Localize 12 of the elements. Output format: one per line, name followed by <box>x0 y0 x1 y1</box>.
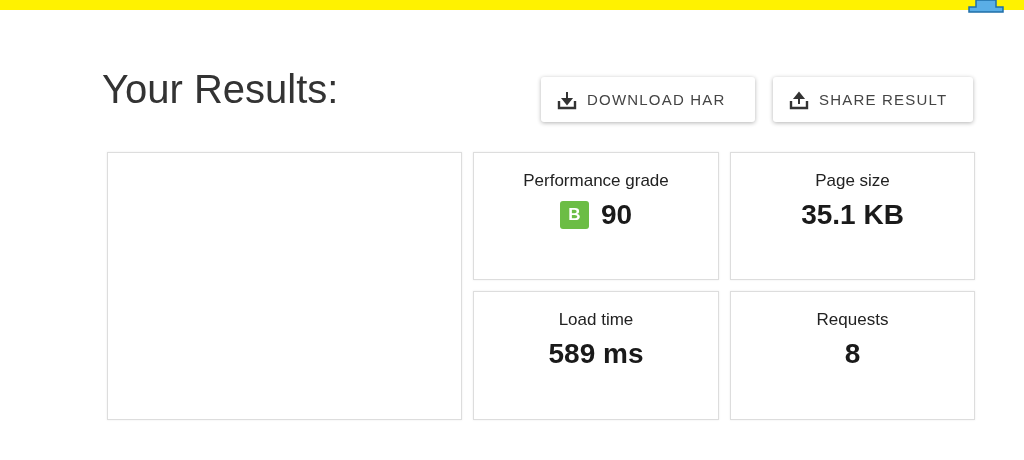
metric-value: 35.1 KB <box>801 199 904 231</box>
metric-label: Load time <box>558 310 634 330</box>
metric-value: 8 <box>844 338 861 370</box>
metric-label: Requests <box>816 310 889 330</box>
download-button[interactable]: DOWNLOAD HAR <box>541 77 755 122</box>
grade-badge: B <box>559 201 589 229</box>
results-heading: Your Results: <box>102 67 340 112</box>
metric-value: 589 ms <box>548 338 644 370</box>
metric-value: 90 <box>600 199 633 231</box>
share-button[interactable]: SHARE RESULT <box>773 77 973 122</box>
metric-label: Page size <box>815 171 890 191</box>
metric-label: Performance grade <box>523 171 669 191</box>
